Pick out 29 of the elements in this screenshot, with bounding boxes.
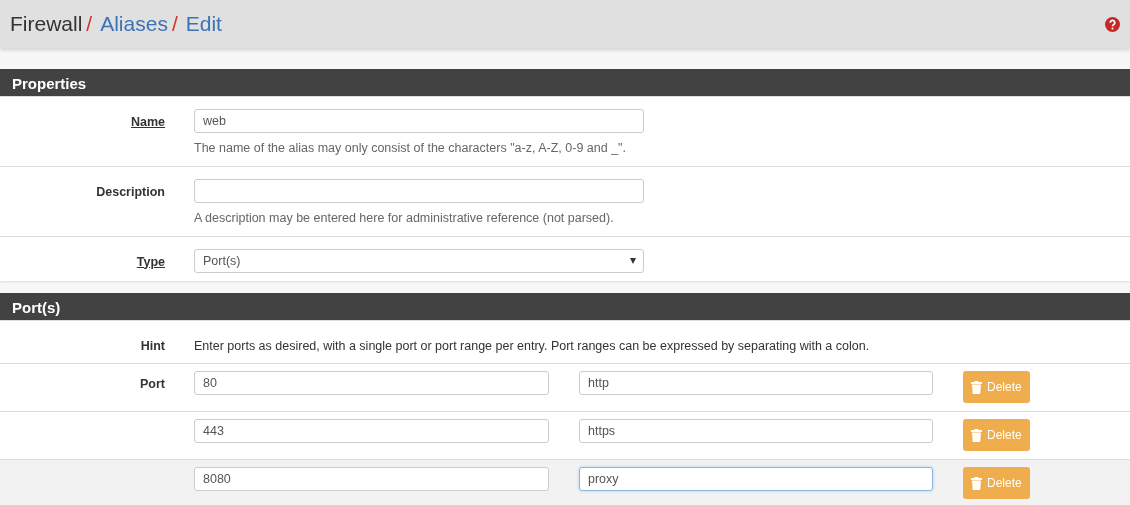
- field-label: Name: [129, 114, 165, 131]
- trash-icon: [971, 380, 982, 394]
- description-field[interactable]: proxy: [579, 467, 933, 492]
- field-label: Description: [95, 183, 165, 201]
- caret-icon: [630, 257, 636, 264]
- hint-text: Enter ports as desired, with a single port or port range per entry. Port ranges can be expressed by separating with a colon.: [194, 338, 870, 353]
- help-text: A description may be entered here for administrative reference (not parsed).: [194, 209, 615, 227]
- type-select[interactable]: Port(s): [194, 248, 644, 273]
- description-field[interactable]: http: [579, 371, 933, 396]
- field-label: Hint: [139, 337, 165, 355]
- input-field[interactable]: web: [194, 109, 644, 133]
- breadcrumb-separator: /: [86, 11, 93, 38]
- description-field[interactable]: https: [579, 419, 933, 444]
- breadcrumb-text: Firewall: [10, 11, 83, 38]
- port-field[interactable]: 80: [194, 371, 549, 396]
- panel-heading: Port(s): [0, 292, 1130, 320]
- trash-icon: [971, 476, 982, 490]
- panel-heading: Properties: [0, 69, 1130, 96]
- help-icon[interactable]: [1105, 16, 1120, 32]
- field-label: Type: [135, 253, 165, 271]
- breadcrumb-link[interactable]: Edit: [185, 8, 222, 40]
- trash-icon: [971, 428, 982, 442]
- help-text: The name of the alias may only consist of the characters "a-z, A-Z, 0-9 and _".: [194, 140, 627, 157]
- input-field[interactable]: [194, 178, 644, 203]
- port-field[interactable]: 443: [194, 419, 549, 444]
- port-field[interactable]: 8080: [194, 467, 549, 492]
- breadcrumb-separator: /: [171, 11, 178, 38]
- field-label: Port: [140, 377, 165, 392]
- breadcrumb-link[interactable]: Aliases: [100, 8, 168, 40]
